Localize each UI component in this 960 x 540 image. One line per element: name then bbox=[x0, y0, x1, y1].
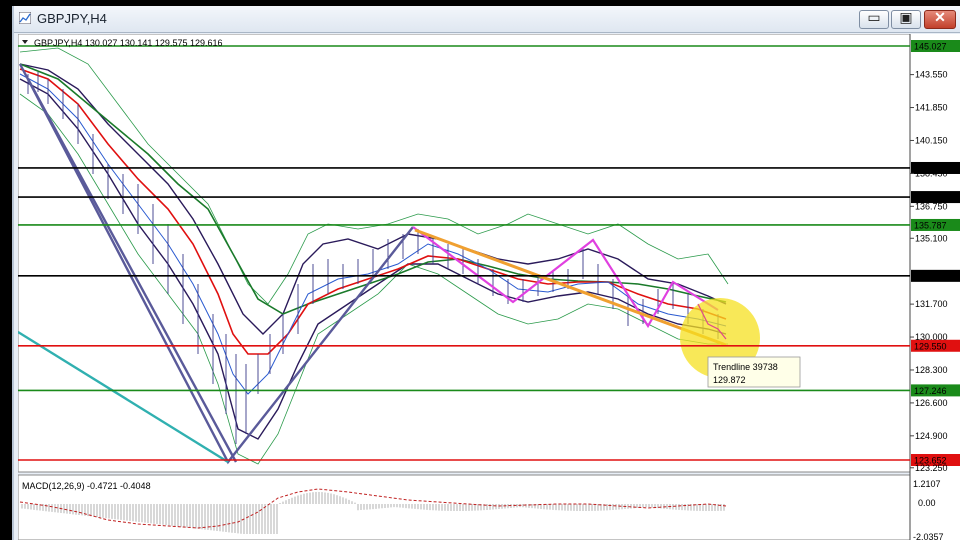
close-icon: ✕ bbox=[934, 9, 946, 25]
price-tick-9: 126.600 bbox=[915, 398, 948, 408]
trendline-label: Trendline 39738 bbox=[713, 362, 778, 372]
price-tick-5: 135.100 bbox=[915, 233, 948, 243]
maximize-icon: ▣ bbox=[899, 9, 913, 25]
chart-icon bbox=[19, 12, 31, 24]
macd-tick-lower: -2.0357 bbox=[913, 532, 944, 540]
screen-frame: GBPJPY,H4 ▭ ▣ ✕ Trendline 39738 129.872 … bbox=[0, 0, 960, 540]
price-tick-7: 130.000 bbox=[915, 332, 948, 342]
window-title: GBPJPY,H4 bbox=[37, 11, 107, 26]
chart-info-line: GBPJPY,H4 130.027 130.141 129.575 129.61… bbox=[34, 38, 223, 48]
price-tick-2: 140.150 bbox=[915, 135, 948, 145]
price-tick-10: 124.900 bbox=[915, 431, 948, 441]
level-value-0: 145.027 bbox=[914, 42, 947, 52]
price-tick-11: 123.250 bbox=[915, 463, 948, 473]
price-chart[interactable]: Trendline 39738 129.872 145.027138.72913… bbox=[18, 34, 960, 540]
maximize-button[interactable]: ▣ bbox=[891, 9, 921, 29]
level-value-4: 133.160 bbox=[914, 271, 947, 281]
title-bar[interactable]: GBPJPY,H4 ▭ ▣ ✕ bbox=[14, 6, 960, 33]
minimize-icon: ▭ bbox=[867, 9, 881, 25]
chart-area[interactable]: Trendline 39738 129.872 145.027 138.729 13… bbox=[18, 34, 960, 540]
trendline-tooltip: Trendline 39738 129.872 bbox=[707, 356, 801, 388]
macd-tick-upper: 1.2107 bbox=[913, 479, 941, 489]
level-value-5: 129.550 bbox=[914, 341, 947, 351]
chart-window[interactable]: GBPJPY,H4 ▭ ▣ ✕ Trendline 39738 129.872 … bbox=[12, 6, 960, 540]
price-tick-3: 138.450 bbox=[915, 168, 948, 178]
macd-pane[interactable] bbox=[18, 474, 911, 540]
price-tick-0: 143.550 bbox=[915, 70, 948, 80]
trendline-value: 129.872 bbox=[713, 375, 746, 385]
close-button[interactable]: ✕ bbox=[924, 9, 956, 29]
price-tick-6: 131.700 bbox=[915, 299, 948, 309]
price-pane[interactable] bbox=[18, 34, 911, 473]
price-tick-4: 136.750 bbox=[915, 201, 948, 211]
level-value-6: 127.246 bbox=[914, 386, 947, 396]
macd-tick-zero: 0.00 bbox=[918, 498, 936, 508]
minimize-button[interactable]: ▭ bbox=[859, 9, 889, 29]
price-tick-8: 128.300 bbox=[915, 365, 948, 375]
price-tick-1: 141.850 bbox=[915, 103, 948, 113]
level-value-3: 135.787 bbox=[914, 220, 947, 230]
macd-label: MACD(12,26,9) -0.4721 -0.4048 bbox=[22, 481, 151, 491]
